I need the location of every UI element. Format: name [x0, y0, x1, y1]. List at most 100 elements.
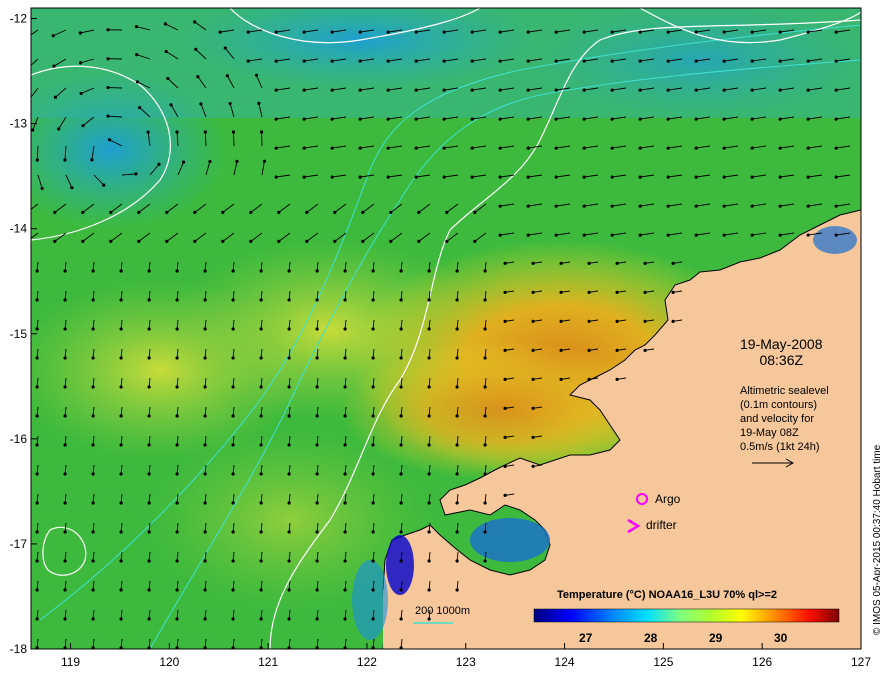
velocity-arrow-head	[63, 385, 67, 389]
velocity-arrow-head	[778, 30, 782, 34]
velocity-arrow-head	[483, 298, 487, 302]
velocity-arrow-head	[615, 290, 619, 294]
velocity-arrow-head	[694, 175, 698, 179]
velocity-arrow-head	[231, 559, 235, 563]
velocity-arrow-head	[483, 530, 487, 534]
velocity-arrow-head	[806, 204, 810, 208]
velocity-arrow-head	[203, 327, 207, 331]
velocity-arrow-head	[694, 88, 698, 92]
velocity-arrow-head	[203, 472, 207, 476]
velocity-arrow-head	[371, 356, 375, 360]
velocity-arrow-head	[806, 30, 810, 34]
velocity-arrow-head	[79, 91, 83, 96]
velocity-arrow-head	[399, 559, 403, 563]
velocity-arrow-head	[175, 559, 179, 563]
info-line: Altimetric sealevel	[740, 385, 829, 397]
velocity-arrow-head	[147, 327, 151, 331]
velocity-arrow-head	[638, 175, 642, 179]
velocity-arrow-head	[246, 30, 250, 34]
velocity-arrow-head	[389, 239, 393, 243]
velocity-arrow-head	[643, 319, 647, 323]
velocity-arrow-head	[531, 261, 535, 265]
velocity-arrow-head	[315, 443, 319, 447]
velocity-arrow-head	[526, 117, 530, 121]
colorbar-title: Temperature (°C) NOAA16_L3U 70% ql>=2	[557, 589, 777, 601]
velocity-arrow-head	[175, 327, 179, 331]
velocity-arrow-head	[119, 617, 123, 621]
velocity-arrow-head	[91, 501, 95, 505]
velocity-arrow-head	[470, 88, 474, 92]
velocity-arrow-head	[78, 61, 83, 65]
colorbar	[533, 608, 840, 623]
velocity-arrow-head	[666, 146, 670, 150]
velocity-arrow-head	[806, 146, 810, 150]
velocity-arrow-head	[70, 186, 74, 190]
velocity-arrow-head	[305, 239, 309, 243]
velocity-arrow-head	[498, 88, 502, 92]
velocity-arrow-head	[164, 49, 168, 54]
velocity-arrow-head	[455, 414, 459, 418]
velocity-arrow-head	[147, 385, 151, 389]
velocity-arrow-head	[389, 210, 393, 214]
velocity-arrow-head	[259, 559, 263, 563]
velocity-arrow-head	[587, 290, 591, 294]
lon-tick-label: 127	[851, 655, 871, 669]
velocity-arrow-head	[223, 46, 227, 50]
velocity-arrow-head	[427, 530, 431, 534]
velocity-arrow-head	[109, 239, 113, 243]
velocity-arrow-head	[203, 414, 207, 418]
velocity-arrow-head	[302, 88, 306, 92]
velocity-arrow-head	[455, 269, 459, 273]
velocity-arrow-head	[274, 175, 278, 179]
velocity-arrow-head	[57, 127, 61, 131]
velocity-arrow-head	[343, 269, 347, 273]
velocity-arrow-head	[218, 30, 222, 34]
lat-tick-label: -13	[10, 117, 28, 131]
velocity-arrow-head	[834, 30, 838, 34]
velocity-arrow-head	[165, 239, 169, 243]
velocity-arrow-head	[559, 319, 563, 323]
velocity-arrow-head	[119, 443, 123, 447]
velocity-arrow-head	[221, 210, 225, 214]
velocity-arrow-head	[287, 617, 291, 621]
velocity-arrow-head	[445, 210, 449, 214]
velocity-arrow-head	[503, 493, 507, 497]
velocity-arrow-head	[175, 414, 179, 418]
velocity-arrow-head	[175, 617, 179, 621]
velocity-arrow-head	[722, 204, 726, 208]
velocity-arrow-head	[315, 269, 319, 273]
velocity-arrow-head	[834, 204, 838, 208]
velocity-arrow-head	[503, 435, 507, 439]
velocity-arrow-head	[417, 210, 421, 214]
lon-tick-label: 120	[159, 655, 179, 669]
velocity-arrow-head	[315, 356, 319, 360]
velocity-arrow-head	[526, 59, 530, 63]
velocity-arrow-head	[386, 117, 390, 121]
velocity-arrow-head	[638, 59, 642, 63]
velocity-arrow-head	[455, 327, 459, 331]
velocity-arrow-head	[203, 588, 207, 592]
velocity-arrow-head	[259, 501, 263, 505]
velocity-arrow-head	[750, 146, 754, 150]
velocity-arrow-head	[147, 501, 151, 505]
velocity-arrow-head	[175, 269, 179, 273]
velocity-arrow-head	[330, 175, 334, 179]
velocity-arrow-head	[750, 204, 754, 208]
velocity-arrow-head	[274, 117, 278, 121]
velocity-arrow-head	[399, 617, 403, 621]
velocity-arrow-head	[610, 59, 614, 63]
velocity-arrow-head	[834, 88, 838, 92]
velocity-arrow-head	[610, 30, 614, 34]
velocity-arrow-head	[259, 356, 263, 360]
velocity-arrow-head	[274, 88, 278, 92]
velocity-arrow-head	[194, 47, 198, 51]
velocity-arrow-head	[554, 117, 558, 121]
velocity-arrow-head	[203, 443, 207, 447]
velocity-arrow-head	[498, 233, 502, 237]
velocity-arrow-head	[371, 327, 375, 331]
colorbar-tick: 29	[709, 631, 723, 645]
velocity-arrow-head	[259, 617, 263, 621]
velocity-arrow-head	[91, 443, 95, 447]
velocity-arrow-head	[315, 559, 319, 563]
velocity-arrow-head	[302, 59, 306, 63]
